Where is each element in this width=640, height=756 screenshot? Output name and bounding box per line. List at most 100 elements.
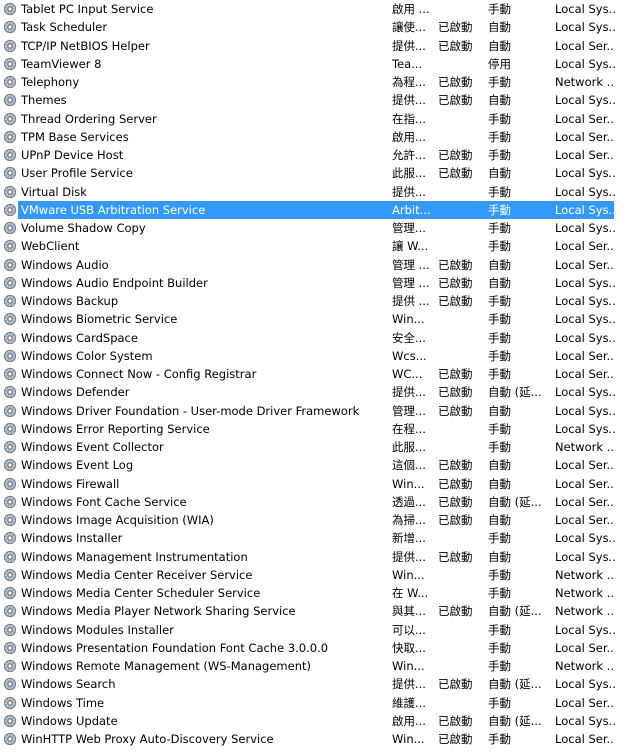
service-description: 啟用 ...: [392, 2, 430, 16]
service-status: 已啟動: [438, 275, 473, 290]
service-row[interactable]: Windows Audio 管理 ... 已啟動 自動 Local Ser...: [0, 256, 640, 274]
service-gear-icon: [3, 294, 17, 308]
service-name: Windows Image Acquisition (WIA): [21, 513, 214, 527]
service-log-on-as: Local Sys...: [555, 403, 615, 418]
service-row[interactable]: Windows Modules Installer 可以... 手動 Local Sy…: [0, 621, 640, 639]
service-row[interactable]: TPM Base Services 啟用... 手動 Local Ser...: [0, 128, 640, 146]
service-row[interactable]: Windows Audio Endpoint Builder 管理 ... 已啟動自…: [0, 274, 640, 292]
service-row[interactable]: Tablet PC Input Service 啟用 ... 手動 Local Sys…: [0, 0, 640, 18]
service-row[interactable]: Windows Media Center Scheduler Service 在 …: [0, 584, 640, 602]
service-name: Virtual Disk: [21, 184, 87, 199]
service-row[interactable]: Task Scheduler 讓使... 已啟動 自動 Local Sys...: [0, 18, 640, 36]
service-description: 提供...: [392, 93, 426, 108]
service-row[interactable]: Windows Defender 提供... 已啟動 自動 (延... Local Sy…: [0, 383, 640, 401]
service-gear-icon: [3, 677, 17, 691]
service-row[interactable]: WinHTTP Web Proxy Auto-Discovery Service…: [0, 730, 640, 748]
service-startup-type: 自動: [488, 38, 511, 53]
service-log-on-as: Network ...: [555, 604, 615, 619]
service-name: Windows Error Reporting Service: [21, 421, 210, 436]
service-gear-icon: [3, 714, 17, 728]
service-row[interactable]: Windows Error Reporting Service 在程... 手動 Lo…: [0, 420, 640, 438]
service-log-on-as: Local Sys...: [555, 2, 615, 16]
service-status: 已啟動: [438, 494, 473, 509]
service-status: 已啟動: [438, 75, 473, 89]
service-name: Task Scheduler: [21, 20, 108, 35]
service-status: 已啟動: [438, 403, 473, 418]
service-description: 讓使...: [392, 20, 426, 35]
service-row[interactable]: Windows Connect Now - Config Registrar WC…: [0, 365, 640, 383]
service-row[interactable]: Windows Media Center Receiver Service Win…: [0, 566, 640, 584]
service-name: Thread Ordering Server: [21, 111, 157, 126]
service-log-on-as: Local Sys...: [555, 421, 615, 436]
service-log-on-as: Local Sys...: [555, 275, 615, 290]
service-name: Volume Shadow Copy: [21, 221, 146, 235]
service-row[interactable]: Windows Image Acquisition (WIA) 為掃... 已啟動 自…: [0, 511, 640, 529]
service-startup-type: 手動: [488, 148, 511, 162]
service-log-on-as: Local Ser...: [555, 732, 615, 746]
service-row[interactable]: TeamViewer 8 Tea... 停用 Local Sys...: [0, 55, 640, 73]
service-row[interactable]: Windows Backup 提供 ... 已啟動 手動 Local Sys...: [0, 292, 640, 310]
service-row[interactable]: UPnP Device Host 允許... 已啟動 手動 Local Ser...: [0, 146, 640, 164]
service-description: 啟用...: [392, 129, 426, 144]
service-name: Windows Event Log: [21, 458, 134, 473]
service-log-on-as: Local Ser...: [555, 257, 615, 272]
service-row[interactable]: Volume Shadow Copy 管理... 手動 Local Sys...: [0, 219, 640, 237]
service-row[interactable]: WebClient 讓 W... 手動 Local Ser...: [0, 237, 640, 255]
service-log-on-as: Network ...: [555, 567, 615, 582]
service-row[interactable]: Windows Color System Wcs... 手動 Local Ser...: [0, 347, 640, 365]
service-row[interactable]: Themes 提供... 已啟動 自動 Local Sys...: [0, 91, 640, 109]
service-row[interactable]: Windows Media Player Network Sharing Ser…: [0, 602, 640, 620]
service-gear-icon: [3, 349, 17, 363]
service-log-on-as: Network ...: [555, 659, 615, 673]
service-name: Windows Audio: [21, 257, 109, 272]
service-description: 管理...: [392, 403, 426, 418]
service-row[interactable]: Windows Remote Management (WS-Management…: [0, 657, 640, 675]
service-log-on-as: Local Ser...: [555, 640, 615, 655]
service-gear-icon: [3, 458, 17, 472]
service-row[interactable]: Telephony 為程... 已啟動 手動 Network ...: [0, 73, 640, 91]
service-row[interactable]: User Profile Service 此服... 已啟動 自動 Local Sys.…: [0, 164, 640, 182]
service-row[interactable]: Windows Management Instrumentation 提供... 已…: [0, 548, 640, 566]
service-name: Windows CardSpace: [21, 330, 138, 345]
service-description: 管理 ...: [392, 257, 430, 272]
service-log-on-as: Local Ser...: [555, 239, 615, 254]
service-name: Windows Update: [21, 713, 118, 728]
service-gear-icon: [3, 221, 17, 235]
service-status: 已啟動: [438, 476, 473, 491]
service-row[interactable]: Windows CardSpace 安全... 手動 Local Sys...: [0, 329, 640, 347]
service-startup-type: 自動 (延...: [488, 385, 542, 400]
service-description: Tea...: [392, 56, 423, 71]
service-description: 透過...: [392, 494, 426, 509]
service-row[interactable]: Windows Firewall Win... 已啟動 自動 Local Ser...: [0, 475, 640, 493]
service-row[interactable]: Windows Font Cache Service 透過... 已啟動 自動 (延.…: [0, 493, 640, 511]
service-log-on-as: Local Sys...: [555, 531, 615, 546]
service-name: Windows Presentation Foundation Font Cac…: [21, 640, 329, 655]
service-row[interactable]: TCP/IP NetBIOS Helper 提供... 已啟動 自動 Local Ser…: [0, 37, 640, 55]
service-name: Windows Connect Now - Config Registrar: [21, 367, 257, 381]
service-description: 提供...: [392, 549, 426, 564]
service-log-on-as: Local Ser...: [555, 348, 615, 363]
service-row[interactable]: Windows Update 啟用... 已啟動 自動 (延... Local Sys.…: [0, 712, 640, 730]
service-row[interactable]: Windows Biometric Service Win... 手動 Local S…: [0, 310, 640, 328]
service-row[interactable]: Windows Installer 新增... 手動 Local Sys...: [0, 529, 640, 547]
service-row[interactable]: Windows Event Log 這個... 已啟動 自動 Local Ser...: [0, 456, 640, 474]
service-row[interactable]: Windows Driver Foundation - User-mode Dr…: [0, 402, 640, 420]
service-log-on-as: Local Ser...: [555, 367, 615, 381]
service-name: Windows Event Collector: [21, 440, 164, 454]
service-log-on-as: Local Ser...: [555, 111, 615, 126]
service-row[interactable]: Windows Time 維護... 手動 Local Ser...: [0, 694, 640, 712]
service-gear-icon: [3, 148, 17, 162]
service-row[interactable]: Virtual Disk 提供... 手動 Local Sys...: [0, 183, 640, 201]
service-row[interactable]: Windows Search 提供... 已啟動 自動 (延... Local Sys.…: [0, 675, 640, 693]
service-log-on-as: Local Ser...: [555, 129, 615, 144]
service-description: Win...: [392, 312, 425, 327]
service-row[interactable]: Thread Ordering Server 在指... 手動 Local Ser..…: [0, 110, 640, 128]
service-row[interactable]: Windows Event Collector 此服... 手動 Network ..…: [0, 438, 640, 456]
service-status: 已啟動: [438, 148, 473, 162]
service-gear-icon: [3, 550, 17, 564]
service-row[interactable]: VMware USB Arbitration Service Arbit... 手動…: [0, 200, 640, 219]
service-status: 已啟動: [438, 458, 473, 473]
service-name: User Profile Service: [21, 166, 133, 181]
service-row[interactable]: Windows Presentation Foundation Font Cac…: [0, 639, 640, 657]
service-startup-type: 手動: [488, 567, 511, 582]
